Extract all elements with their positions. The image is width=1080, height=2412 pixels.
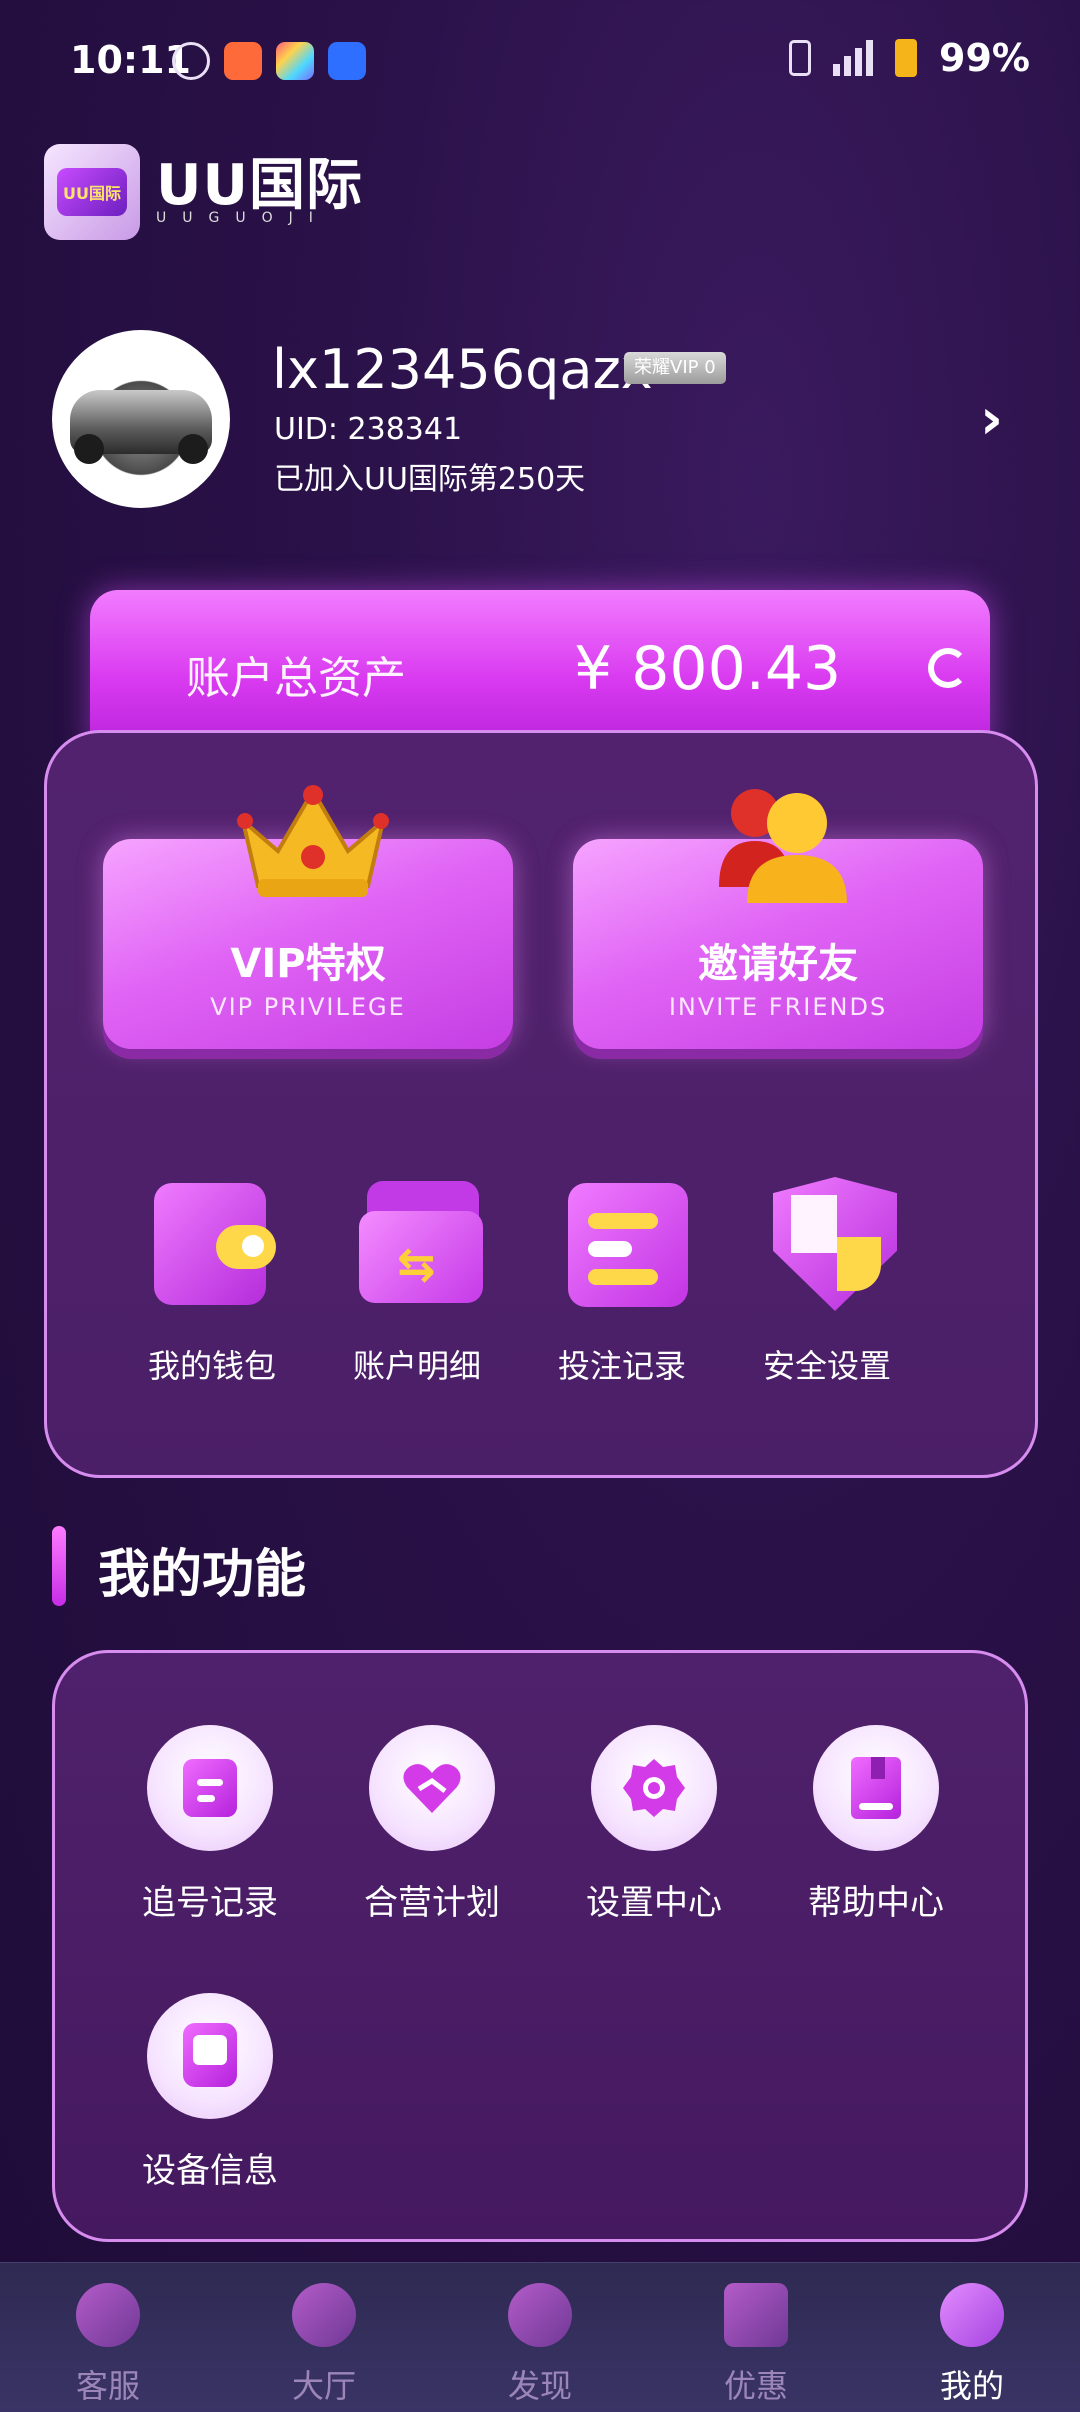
function-device-info[interactable]: 设备信息 <box>115 1993 305 2192</box>
quick-action-security[interactable]: 安全设置 <box>747 1173 907 1387</box>
quick-action-label: 账户明细 <box>352 1347 481 1385</box>
function-label: 帮助中心 <box>808 1883 944 1923</box>
section-accent-bar <box>52 1526 66 1606</box>
total-assets-amount: ¥ 800.43 <box>574 634 842 704</box>
quick-action-wallet[interactable]: 我的钱包 <box>132 1173 292 1387</box>
brand-title: UU国际 <box>156 153 363 218</box>
app-logo: UU国际 <box>44 144 140 240</box>
bottom-nav: 客服 大厅 发现 优惠 我的 <box>0 2262 1080 2412</box>
nav-label: 发现 <box>507 2367 572 2405</box>
quick-action-bet-records[interactable]: 投注记录 <box>542 1173 702 1387</box>
refresh-icon[interactable] <box>928 648 968 688</box>
wallet-icon <box>154 1173 276 1305</box>
section-title: 我的功能 <box>98 1545 307 1605</box>
avatar[interactable] <box>52 330 230 508</box>
friends-icon <box>719 789 847 903</box>
account-card: VIP特权 VIP PRIVILEGE 邀请好友 INVITE FRIENDS … <box>44 730 1038 1478</box>
user-uid: UID: 238341 <box>274 412 463 447</box>
function-chase-records[interactable]: 追号记录 <box>115 1725 305 1924</box>
user-icon <box>940 2283 1004 2347</box>
username: lx123456qazx <box>272 338 653 401</box>
vip-privilege-subtitle: VIP PRIVILEGE <box>210 993 406 1021</box>
records-icon <box>564 1173 688 1307</box>
brand-subtitle: UUGUOJI <box>156 210 329 226</box>
invite-friends-subtitle: INVITE FRIENDS <box>668 993 888 1021</box>
nav-lobby[interactable]: 大厅 <box>216 2263 432 2412</box>
nav-label: 大厅 <box>291 2367 356 2405</box>
total-assets-banner: 账户总资产 ¥ 800.43 <box>90 590 990 750</box>
quick-action-label: 安全设置 <box>762 1347 891 1385</box>
nav-label: 客服 <box>75 2367 140 2405</box>
functions-card: 追号记录 合营计划 设置中心 帮助中心 设备信息 <box>52 1650 1028 2242</box>
logo-mark: UU国际 <box>57 168 127 216</box>
nav-discover[interactable]: 发现 <box>432 2263 648 2412</box>
document-icon <box>147 1725 273 1851</box>
home-icon <box>292 2283 356 2347</box>
function-settings-center[interactable]: 设置中心 <box>559 1725 749 1924</box>
chevron-right-icon[interactable]: › <box>980 392 1003 448</box>
status-bar: 10:11 99% <box>0 0 1080 120</box>
gift-icon <box>724 2283 788 2347</box>
vip-level-badge: 荣耀VIP 0 <box>624 352 726 384</box>
transfer-folder-icon: ⇆ <box>359 1173 483 1303</box>
nav-customer-service[interactable]: 客服 <box>0 2263 216 2412</box>
nav-mine[interactable]: 我的 <box>864 2263 1080 2412</box>
book-icon <box>813 1725 939 1851</box>
compass-icon <box>508 2283 572 2347</box>
invite-friends-title: 邀请好友 <box>698 941 858 987</box>
battery-percent: 99% <box>939 36 1030 80</box>
nav-promotions[interactable]: 优惠 <box>648 2263 864 2412</box>
battery-icon <box>895 39 918 77</box>
status-indicators: 99% <box>789 36 1030 80</box>
function-label: 合营计划 <box>364 1883 500 1923</box>
vibrate-icon <box>789 40 812 76</box>
handshake-heart-icon <box>369 1725 495 1851</box>
signal-icon <box>833 40 874 76</box>
joined-days: 已加入UU国际第250天 <box>274 462 586 497</box>
quick-action-account-details[interactable]: ⇆ 账户明细 <box>337 1173 497 1387</box>
customer-service-icon <box>76 2283 140 2347</box>
crown-icon <box>237 785 389 897</box>
quick-action-label: 投注记录 <box>557 1347 686 1385</box>
tablet-icon <box>147 1993 273 2119</box>
function-help-center[interactable]: 帮助中心 <box>781 1725 971 1924</box>
shield-icon <box>769 1173 897 1311</box>
function-partner-plan[interactable]: 合营计划 <box>337 1725 527 1924</box>
nav-label: 优惠 <box>723 2367 788 2405</box>
wechat-icon <box>172 42 210 80</box>
nav-label: 我的 <box>939 2367 1004 2405</box>
app-notification-icon <box>276 42 314 80</box>
function-label: 设备信息 <box>142 2151 278 2191</box>
app-notification-icon <box>224 42 262 80</box>
notification-icons <box>172 42 366 80</box>
gear-icon <box>591 1725 717 1851</box>
quick-action-label: 我的钱包 <box>147 1347 276 1385</box>
baidu-icon <box>328 42 366 80</box>
total-assets-label: 账户总资产 <box>186 653 406 704</box>
function-label: 设置中心 <box>586 1883 722 1923</box>
function-label: 追号记录 <box>142 1883 278 1923</box>
vip-privilege-title: VIP特权 <box>230 941 386 987</box>
